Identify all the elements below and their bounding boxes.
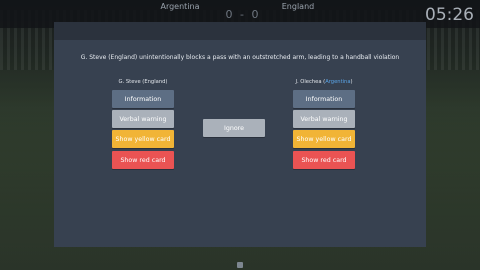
away-team-name: England <box>281 2 315 11</box>
left-yellow-card-button[interactable]: Show yellow card <box>112 130 174 148</box>
left-player-name: G. Steve <box>118 79 141 85</box>
right-player-name: J. Olechea <box>295 79 322 85</box>
right-red-card-button[interactable]: Show red card <box>293 151 355 169</box>
dialog-header <box>54 22 426 40</box>
right-yellow-card-button[interactable]: Show yellow card <box>293 130 355 148</box>
referee-decision-dialog: G. Steve (England) unintentionally block… <box>54 22 426 247</box>
right-verbal-warning-button[interactable]: Verbal warning <box>293 110 355 128</box>
left-player-label: G. Steve (England) <box>118 79 168 85</box>
left-red-card-button[interactable]: Show red card <box>112 151 174 169</box>
left-player-team: England <box>144 79 166 85</box>
right-information-button[interactable]: Information <box>293 90 355 108</box>
pitch-marker <box>237 262 243 268</box>
ignore-button[interactable]: Ignore <box>203 119 265 137</box>
left-verbal-warning-button[interactable]: Verbal warning <box>112 110 174 128</box>
right-player-label: J. Olechea (Argentina) <box>295 79 353 85</box>
right-player-team: Argentina <box>325 79 351 85</box>
left-information-button[interactable]: Information <box>112 90 174 108</box>
incident-description: G. Steve (England) unintentionally block… <box>80 54 400 61</box>
